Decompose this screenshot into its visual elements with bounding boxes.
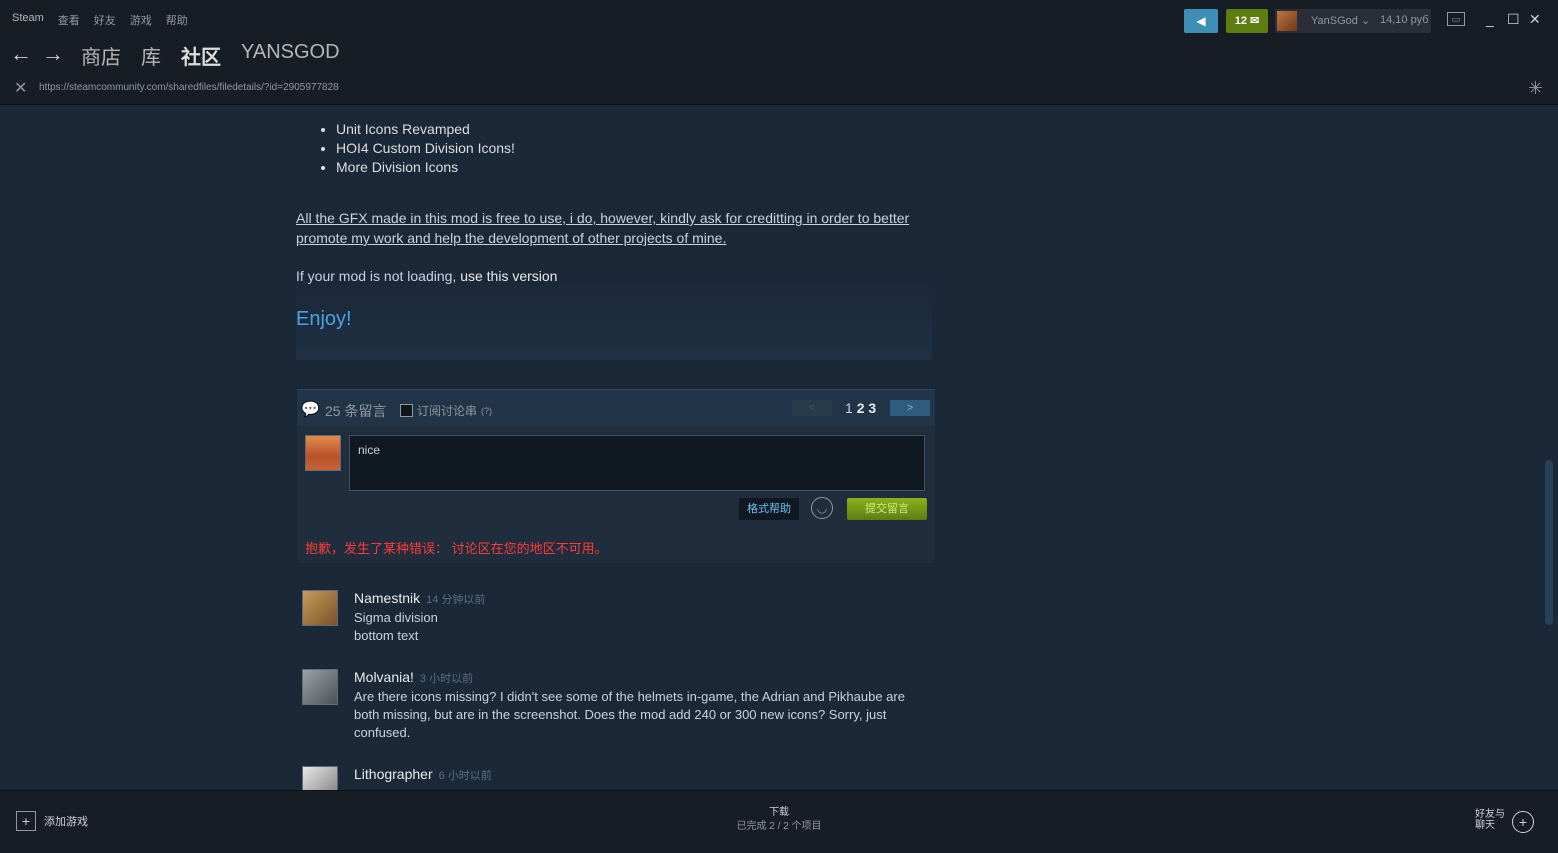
enjoy-heading: Enjoy! [296, 308, 352, 330]
url-text[interactable]: https://steamcommunity.com/sharedfiles/f… [39, 82, 339, 93]
forward-arrow-icon[interactable]: → [42, 41, 64, 67]
comment-author[interactable]: Lithographer 6 小时以前 [354, 766, 492, 783]
page-3[interactable]: 3 [868, 400, 876, 416]
speech-bubble-icon: 💬 [301, 401, 320, 418]
gfx-note: All the GFX made in this mod is free to … [296, 210, 910, 246]
avatar [1277, 11, 1297, 31]
comment-text: Are there icons missing? I didn't see so… [354, 689, 905, 740]
mod-description: Unit Icons Revamped HOI4 Custom Division… [296, 105, 932, 360]
help-icon[interactable]: (?) [481, 406, 492, 416]
menu-help[interactable]: 帮助 [166, 12, 188, 28]
menu-view[interactable]: 查看 [58, 12, 80, 28]
stop-icon[interactable]: ✕ [14, 78, 27, 98]
downloads-title[interactable]: 下载 [0, 803, 1558, 818]
account-menu[interactable]: YanSGod ⌄ 14,10 руб [1275, 9, 1431, 33]
comment-input[interactable]: nice [349, 435, 925, 491]
menu-games[interactable]: 游戏 [130, 12, 152, 28]
menu-bar: Steam 查看 好友 游戏 帮助 [12, 12, 188, 28]
user-name: YanSGod ⌄ [1311, 15, 1371, 27]
inbox-button[interactable]: 12 ✉ [1226, 9, 1268, 33]
error-message: 抱歉，发生了某种错误： 讨论区在您的地区不可用。 [305, 541, 608, 556]
avatar [305, 435, 341, 471]
title-bar: Steam 查看 好友 游戏 帮助 ◀ 12 ✉ YanSGod ⌄ 14,10… [0, 0, 1558, 38]
comment-time: 14 分钟以前 [426, 594, 486, 606]
nav-profile[interactable]: YANSGOD [241, 41, 340, 70]
list-item: Unit Icons Revamped [336, 120, 515, 139]
inbox-count: 12 [1234, 15, 1247, 27]
big-picture-icon[interactable]: ▭ [1447, 12, 1465, 26]
comment-author[interactable]: Namestnik 14 分钟以前 [354, 590, 485, 607]
announcements-button[interactable]: ◀ [1184, 9, 1218, 33]
chevron-down-icon: ⌄ [1360, 15, 1371, 27]
comment-time: 6 小时以前 [438, 770, 492, 782]
nav-links: 商店 库 社区 YANSGOD [81, 41, 340, 70]
back-arrow-icon[interactable]: ← [10, 41, 32, 67]
comment-header: 💬 25 条留言 订阅讨论串 (?) < 1 2 3 > [297, 390, 935, 426]
mod-list: Unit Icons Revamped HOI4 Custom Division… [296, 120, 515, 177]
emoticon-icon[interactable]: ◡ [811, 497, 833, 519]
page-2[interactable]: 2 [857, 400, 865, 416]
menu-steam[interactable]: Steam [12, 12, 44, 28]
avatar[interactable] [302, 766, 338, 790]
megaphone-icon: ◀ [1196, 14, 1206, 28]
nav-community[interactable]: 社区 [181, 41, 221, 70]
comment-author[interactable]: Molvania! 3 小时以前 [354, 669, 473, 686]
nav-store[interactable]: 商店 [81, 41, 121, 70]
scrollbar[interactable] [1545, 115, 1553, 785]
downloads-status[interactable]: 已完成 2 / 2 个项目 [0, 817, 1558, 832]
comment-text: Sigma division bottom text [354, 610, 438, 643]
alt-version-link[interactable]: use this version [460, 268, 557, 284]
nav-library[interactable]: 库 [141, 41, 161, 70]
friends-chat-label[interactable]: 好友与 聊天 [1475, 809, 1509, 831]
loading-note: If your mod is not loading, use this ver… [296, 268, 558, 284]
subscribe-thread[interactable]: 订阅讨论串 (?) [400, 402, 492, 419]
avatar[interactable] [302, 590, 338, 626]
subscribe-checkbox[interactable] [400, 404, 413, 417]
close-icon[interactable]: ✕ [1529, 11, 1541, 28]
format-help-button[interactable]: 格式帮助 [739, 498, 799, 520]
prev-page-button[interactable]: < [792, 400, 832, 416]
page-content: Unit Icons Revamped HOI4 Custom Division… [0, 105, 1558, 790]
pagination: 1 2 3 [845, 400, 876, 416]
url-bar: ✕ https://steamcommunity.com/sharedfiles… [0, 74, 1558, 105]
minimize-icon[interactable]: _ [1486, 11, 1494, 27]
comment-count: 25 条留言 [325, 403, 387, 419]
avatar[interactable] [302, 669, 338, 705]
bottom-bar: + 添加游戏 下载 已完成 2 / 2 个项目 好友与 聊天 + [0, 790, 1558, 853]
comment-time: 3 小时以前 [419, 673, 474, 685]
submit-comment-button[interactable]: 提交留言 [847, 498, 927, 520]
menu-friends[interactable]: 好友 [94, 12, 116, 28]
page-1: 1 [845, 400, 853, 416]
list-item: HOI4 Custom Division Icons! [336, 139, 515, 158]
envelope-icon: ✉ [1250, 15, 1260, 27]
scrollbar-thumb[interactable] [1545, 460, 1553, 625]
wallet-balance: 14,10 руб [1380, 14, 1429, 26]
loading-spinner-icon: ✳ [1528, 78, 1544, 98]
add-friend-icon[interactable]: + [1512, 811, 1534, 833]
next-page-button[interactable]: > [890, 400, 930, 416]
nav-bar: ← → 商店 库 社区 YANSGOD [0, 38, 1558, 74]
comment-panel: 💬 25 条留言 订阅讨论串 (?) < 1 2 3 > nice 格式帮助 ◡… [297, 389, 935, 563]
maximize-icon[interactable]: ☐ [1507, 11, 1520, 28]
list-item: More Division Icons [336, 158, 515, 177]
